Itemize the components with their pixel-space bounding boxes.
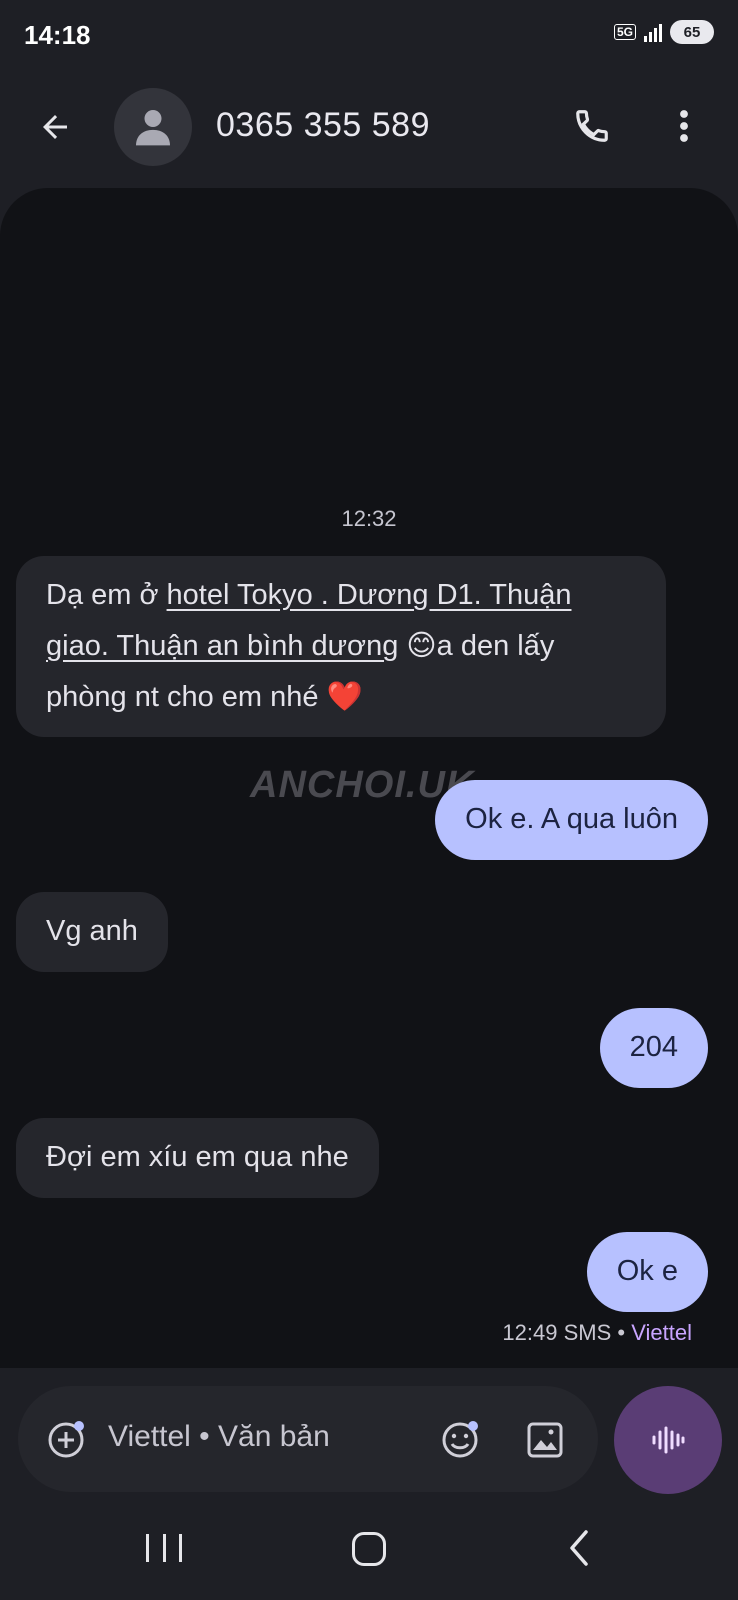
contact-name[interactable]: 0365 355 589	[216, 106, 430, 145]
app-bar: 0365 355 589	[0, 82, 738, 172]
message-input[interactable]: Viettel • Văn bản	[108, 1420, 330, 1454]
timestamp-label: 12:32	[341, 506, 397, 531]
meta-carrier: Viettel	[631, 1320, 692, 1345]
call-button[interactable]	[566, 100, 618, 152]
home-button[interactable]	[352, 1532, 386, 1566]
status-icons: 5G 65	[613, 20, 714, 44]
message-text: Ok e. A qua luôn	[465, 803, 678, 835]
message-incoming[interactable]: Dạ em ở hotel Tokyo . Dương D1. Thuận gi…	[16, 556, 666, 737]
heart-emoji: ❤️	[326, 681, 363, 713]
message-text: 204	[629, 1031, 678, 1063]
image-icon	[527, 1422, 563, 1458]
nav-back-button[interactable]	[560, 1526, 600, 1570]
more-options-button[interactable]	[658, 100, 710, 152]
meta-separator: •	[617, 1320, 626, 1345]
compose-bar[interactable]: Viettel • Văn bản	[18, 1386, 598, 1492]
message-outgoing[interactable]: Ok e. A qua luôn	[435, 780, 708, 860]
message-outgoing[interactable]: Ok e	[586, 1232, 708, 1312]
battery-icon: 65	[670, 20, 714, 44]
meta-type: SMS	[563, 1320, 612, 1345]
recents-button[interactable]	[146, 1534, 182, 1568]
navigation-bar	[0, 1508, 738, 1600]
emoji-button[interactable]	[436, 1414, 486, 1464]
message-text: Dạ em ở	[46, 579, 167, 611]
message-text: Ok e	[616, 1255, 678, 1287]
meta-time: 12:49	[502, 1320, 558, 1345]
message-incoming[interactable]: Vg anh	[16, 892, 168, 972]
message-outgoing[interactable]: 204	[599, 1008, 708, 1088]
signal-icon	[644, 22, 662, 42]
voice-message-button[interactable]	[614, 1386, 722, 1494]
waveform-icon	[652, 1426, 685, 1454]
message-text: Vg anh	[46, 915, 138, 947]
person-icon	[136, 110, 170, 146]
status-time: 14:18	[24, 20, 91, 50]
message-incoming[interactable]: Đợi em xíu em qua nhe	[16, 1118, 379, 1198]
arrow-left-icon	[43, 115, 67, 139]
status-bar: 14:18 5G 65	[0, 0, 738, 70]
add-attachment-button[interactable]	[42, 1414, 92, 1464]
more-vert-icon	[680, 110, 688, 142]
message-meta: 12:49 SMS • Viettel	[502, 1320, 692, 1346]
chevron-left-icon	[570, 1530, 588, 1566]
gallery-button[interactable]	[520, 1414, 570, 1464]
network-5g-icon: 5G	[613, 24, 636, 40]
smile-emoji: 😊	[406, 630, 437, 662]
emoji-icon	[442, 1421, 478, 1458]
avatar[interactable]	[114, 88, 192, 166]
back-button[interactable]	[30, 102, 80, 152]
message-text: Đợi em xíu em qua nhe	[46, 1141, 349, 1173]
add-circle-icon	[48, 1421, 84, 1458]
conversation[interactable]: 12:32 Dạ em ở hotel Tokyo . Dương D1. Th…	[0, 188, 738, 1368]
phone-icon	[576, 110, 608, 142]
